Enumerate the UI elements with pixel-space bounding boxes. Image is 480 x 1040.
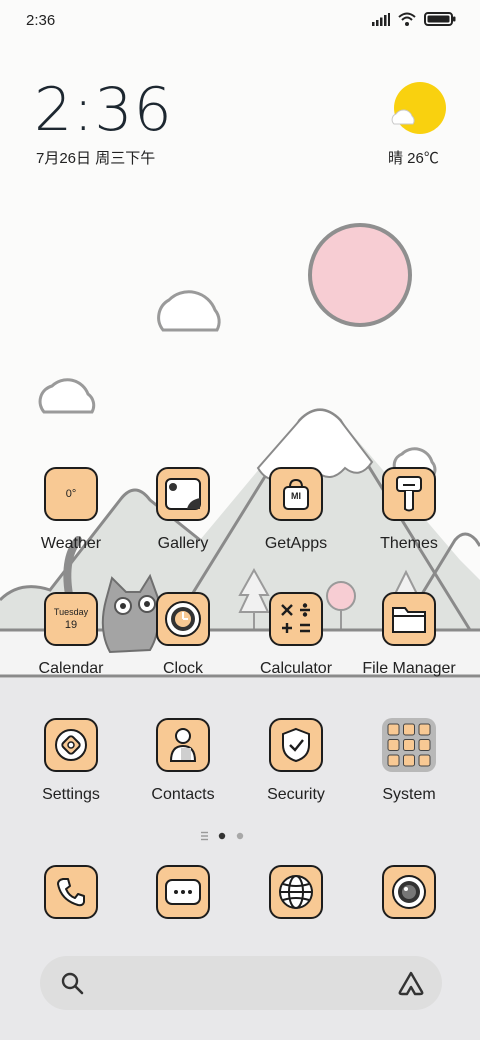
app-weather[interactable]: 0° Weather (16, 467, 126, 553)
themes-icon (382, 467, 436, 521)
app-clock[interactable]: Clock (128, 592, 238, 678)
calendar-icon: Tuesday 19 (44, 592, 98, 646)
moon-circle (308, 223, 412, 327)
app-calculator[interactable]: Calculator (241, 592, 351, 678)
getapps-tile-text: MI (291, 491, 301, 501)
dock-browser[interactable] (241, 865, 351, 919)
app-label: Clock (162, 660, 203, 677)
gallery-icon (156, 467, 210, 521)
clock-widget-time[interactable]: 2:36 (34, 78, 173, 142)
clock-icon (156, 592, 210, 646)
page-dot-active (218, 832, 226, 840)
app-system-folder[interactable]: System (354, 718, 464, 804)
system-folder-icon (382, 718, 436, 772)
battery-icon (424, 12, 456, 26)
calendar-day-name: Tuesday (53, 607, 89, 617)
status-bar: 2:36 (0, 0, 480, 44)
app-label: File Manager (362, 660, 456, 677)
app-label: Security (267, 786, 325, 803)
page-indicator[interactable] (200, 829, 250, 843)
app-settings[interactable]: Settings (16, 718, 126, 804)
app-calendar[interactable]: Tuesday 19 Calendar (16, 592, 126, 678)
app-getapps[interactable]: MI GetApps (241, 467, 351, 553)
list-page-icon (201, 831, 208, 841)
app-contacts[interactable]: Contacts (128, 718, 238, 804)
folder-icon (382, 592, 436, 646)
assistant-icon[interactable] (396, 970, 426, 996)
messages-icon (156, 865, 210, 919)
app-label: Themes (380, 535, 438, 552)
sun-cloud-icon (391, 82, 446, 134)
calculator-icon (269, 592, 323, 646)
clock-widget-date: 7月26日 周三下午 (36, 150, 156, 167)
camera-icon (382, 865, 436, 919)
weather-condition-temp: 晴 26℃ (388, 150, 439, 167)
app-label: Contacts (151, 786, 215, 803)
weather-icon: 0° (44, 467, 98, 521)
app-security[interactable]: Security (241, 718, 351, 804)
app-label: Calculator (259, 660, 333, 677)
security-icon (269, 718, 323, 772)
search-icon[interactable] (60, 971, 84, 995)
app-themes[interactable]: Themes (354, 467, 464, 553)
dock-camera[interactable] (354, 865, 464, 919)
getapps-icon: MI (269, 467, 323, 521)
status-time: 2:36 (26, 12, 56, 29)
app-label: Calendar (38, 660, 104, 677)
search-bar[interactable] (40, 956, 442, 1010)
contacts-icon (156, 718, 210, 772)
settings-icon (44, 718, 98, 772)
globe-icon (269, 865, 323, 919)
weather-widget[interactable]: 晴 26℃ (384, 82, 454, 174)
calendar-day-number: 19 (64, 619, 78, 631)
page-dot (236, 832, 244, 840)
app-label: Gallery (157, 535, 209, 552)
app-label: GetApps (264, 535, 328, 552)
dock-messages[interactable] (128, 865, 238, 919)
wifi-icon (398, 12, 416, 26)
signal-icon (372, 12, 390, 26)
app-label: Settings (42, 786, 100, 803)
phone-icon (44, 865, 98, 919)
app-gallery[interactable]: Gallery (128, 467, 238, 553)
app-label: System (382, 786, 436, 803)
dock-phone[interactable] (16, 865, 126, 919)
weather-tile-temp: 0° (65, 488, 77, 500)
app-file-manager[interactable]: File Manager (354, 592, 464, 678)
app-label: Weather (40, 535, 102, 552)
